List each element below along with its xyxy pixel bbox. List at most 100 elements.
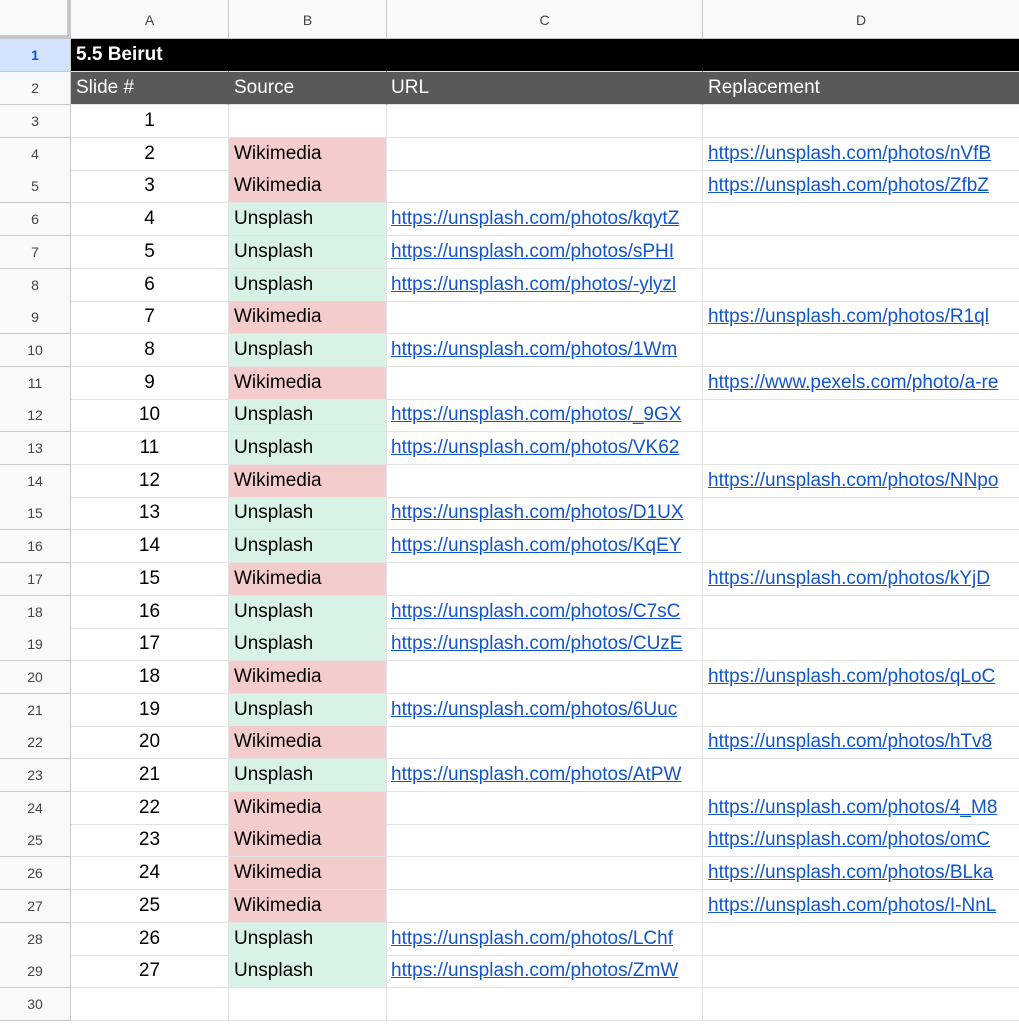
header-slide[interactable]: Slide #	[71, 72, 229, 105]
url-cell[interactable]	[387, 792, 703, 825]
source-cell[interactable]: Unsplash	[229, 497, 387, 530]
replacement-cell[interactable]	[703, 988, 1019, 1021]
url-cell[interactable]	[387, 465, 703, 498]
source-cell[interactable]: Unsplash	[229, 399, 387, 432]
column-header-c[interactable]: C	[387, 0, 703, 39]
source-cell[interactable]	[229, 105, 387, 138]
row-header[interactable]: 15	[0, 497, 71, 530]
replacement-cell[interactable]: https://unsplash.com/photos/NNpo	[703, 465, 1019, 498]
source-cell[interactable]: Unsplash	[229, 955, 387, 988]
url-cell-text[interactable]: https://unsplash.com/photos/_9GX	[391, 404, 681, 425]
title-cell-b[interactable]	[229, 39, 387, 72]
title-cell-c[interactable]	[387, 39, 703, 72]
row-header[interactable]: 29	[0, 955, 71, 988]
source-cell[interactable]: Unsplash	[229, 530, 387, 563]
url-cell-text[interactable]: https://unsplash.com/photos/-ylyzl	[391, 274, 676, 295]
slide-number-cell[interactable]: 11	[71, 432, 229, 465]
url-cell[interactable]: https://unsplash.com/photos/6Uuc	[387, 694, 703, 727]
replacement-cell[interactable]	[703, 203, 1019, 236]
row-header[interactable]: 11	[0, 367, 71, 400]
url-cell[interactable]	[387, 563, 703, 596]
replacement-cell[interactable]	[703, 923, 1019, 956]
header-url[interactable]: URL	[387, 72, 703, 105]
url-cell[interactable]: https://unsplash.com/photos/sPHI	[387, 236, 703, 269]
url-cell-text[interactable]: https://unsplash.com/photos/C7sC	[391, 601, 680, 622]
url-cell[interactable]	[387, 857, 703, 890]
slide-number-cell[interactable]: 27	[71, 955, 229, 988]
source-cell[interactable]: Unsplash	[229, 596, 387, 629]
replacement-cell-text[interactable]: https://unsplash.com/photos/R1ql	[708, 306, 989, 327]
slide-number-cell[interactable]: 19	[71, 694, 229, 727]
replacement-cell-text[interactable]: https://unsplash.com/photos/I-NnL	[708, 895, 996, 916]
slide-number-cell[interactable]: 24	[71, 857, 229, 890]
url-cell-text[interactable]: https://unsplash.com/photos/KqEY	[391, 535, 681, 556]
title-cell[interactable]: 5.5 Beirut	[71, 39, 229, 72]
replacement-cell[interactable]	[703, 759, 1019, 792]
url-cell-text[interactable]: https://unsplash.com/photos/AtPW	[391, 764, 681, 785]
replacement-cell-text[interactable]: https://unsplash.com/photos/BLka	[708, 862, 993, 883]
row-header[interactable]: 20	[0, 661, 71, 694]
replacement-cell[interactable]: https://unsplash.com/photos/omC	[703, 824, 1019, 857]
source-cell[interactable]: Unsplash	[229, 269, 387, 302]
url-cell[interactable]	[387, 138, 703, 171]
slide-number-cell[interactable]: 21	[71, 759, 229, 792]
url-cell[interactable]: https://unsplash.com/photos/AtPW	[387, 759, 703, 792]
source-cell[interactable]: Wikimedia	[229, 301, 387, 334]
url-cell[interactable]	[387, 170, 703, 203]
url-cell[interactable]	[387, 301, 703, 334]
row-header-2[interactable]: 2	[0, 72, 71, 105]
url-cell[interactable]: https://unsplash.com/photos/1Wm	[387, 334, 703, 367]
row-header[interactable]: 4	[0, 138, 71, 171]
row-header[interactable]: 12	[0, 399, 71, 432]
replacement-cell[interactable]	[703, 596, 1019, 629]
replacement-cell[interactable]: https://unsplash.com/photos/nVfB	[703, 138, 1019, 171]
url-cell[interactable]: https://unsplash.com/photos/ZmW	[387, 955, 703, 988]
slide-number-cell[interactable]: 2	[71, 138, 229, 171]
title-cell-d[interactable]	[703, 39, 1019, 72]
slide-number-cell[interactable]: 13	[71, 497, 229, 530]
replacement-cell[interactable]	[703, 530, 1019, 563]
row-header[interactable]: 25	[0, 824, 71, 857]
source-cell[interactable]: Wikimedia	[229, 170, 387, 203]
url-cell[interactable]: https://unsplash.com/photos/KqEY	[387, 530, 703, 563]
source-cell[interactable]: Wikimedia	[229, 138, 387, 171]
replacement-cell[interactable]: https://www.pexels.com/photo/a-re	[703, 367, 1019, 400]
slide-number-cell[interactable]: 3	[71, 170, 229, 203]
row-header[interactable]: 3	[0, 105, 71, 138]
row-header[interactable]: 5	[0, 170, 71, 203]
replacement-cell-text[interactable]: https://unsplash.com/photos/kYjD	[708, 568, 990, 589]
replacement-cell-text[interactable]: https://unsplash.com/photos/qLoC	[708, 666, 995, 687]
replacement-cell[interactable]	[703, 432, 1019, 465]
slide-number-cell[interactable]: 9	[71, 367, 229, 400]
replacement-cell[interactable]	[703, 694, 1019, 727]
row-header[interactable]: 8	[0, 269, 71, 302]
slide-number-cell[interactable]: 26	[71, 923, 229, 956]
replacement-cell-text[interactable]: https://unsplash.com/photos/omC	[708, 829, 990, 850]
source-cell[interactable]: Wikimedia	[229, 890, 387, 923]
row-header[interactable]: 23	[0, 759, 71, 792]
replacement-cell[interactable]	[703, 236, 1019, 269]
replacement-cell[interactable]: https://unsplash.com/photos/BLka	[703, 857, 1019, 890]
url-cell-text[interactable]: https://unsplash.com/photos/6Uuc	[391, 699, 677, 720]
url-cell[interactable]: https://unsplash.com/photos/VK62	[387, 432, 703, 465]
replacement-cell[interactable]: https://unsplash.com/photos/ZfbZ	[703, 170, 1019, 203]
url-cell-text[interactable]: https://unsplash.com/photos/kqytZ	[391, 208, 679, 229]
row-header[interactable]: 26	[0, 857, 71, 890]
url-cell-text[interactable]: https://unsplash.com/photos/D1UX	[391, 502, 684, 523]
slide-number-cell[interactable]: 18	[71, 661, 229, 694]
replacement-cell[interactable]: https://unsplash.com/photos/kYjD	[703, 563, 1019, 596]
column-header-d[interactable]: D	[703, 0, 1019, 39]
row-header-1[interactable]: 1	[0, 39, 71, 72]
row-header[interactable]: 30	[0, 988, 71, 1021]
column-header-b[interactable]: B	[229, 0, 387, 39]
source-cell[interactable]: Unsplash	[229, 203, 387, 236]
header-source[interactable]: Source	[229, 72, 387, 105]
slide-number-cell[interactable]: 4	[71, 203, 229, 236]
replacement-cell[interactable]	[703, 105, 1019, 138]
source-cell[interactable]: Wikimedia	[229, 563, 387, 596]
url-cell[interactable]: https://unsplash.com/photos/CUzE	[387, 628, 703, 661]
source-cell[interactable]: Wikimedia	[229, 661, 387, 694]
select-all-corner[interactable]	[0, 0, 71, 39]
slide-number-cell[interactable]: 20	[71, 726, 229, 759]
url-cell-text[interactable]: https://unsplash.com/photos/sPHI	[391, 241, 674, 262]
